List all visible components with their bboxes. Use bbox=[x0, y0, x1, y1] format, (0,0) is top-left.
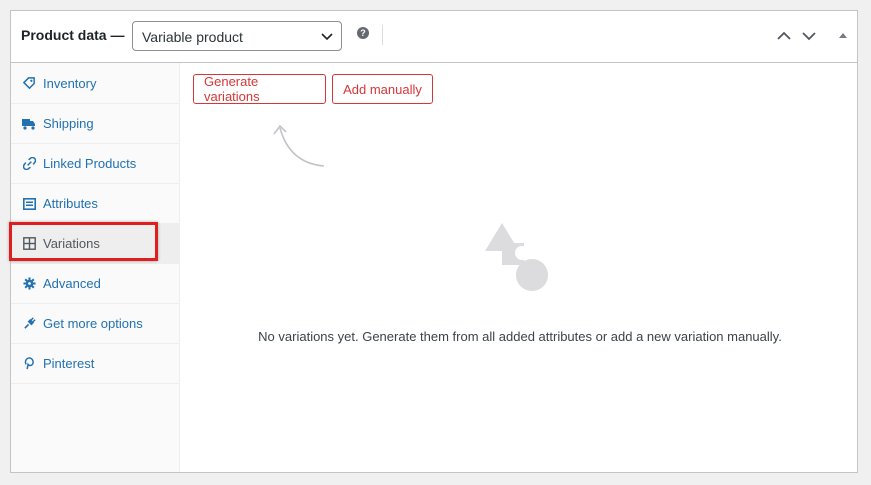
curved-arrow-icon bbox=[273, 124, 325, 167]
tag-icon bbox=[22, 76, 36, 90]
link-icon bbox=[22, 157, 36, 171]
tab-variations[interactable]: Variations bbox=[9, 222, 179, 264]
variations-panel: Generate variations Add manually No vari… bbox=[180, 63, 857, 472]
tab-label: Attributes bbox=[43, 196, 98, 211]
panel-header: Product data — Variable product ? bbox=[11, 11, 857, 63]
tab-shipping[interactable]: Shipping bbox=[11, 104, 179, 144]
tab-label: Variations bbox=[43, 236, 100, 251]
truck-icon bbox=[22, 117, 36, 131]
gear-icon bbox=[22, 277, 36, 291]
tab-label: Linked Products bbox=[43, 156, 137, 171]
product-data-panel: Product data — Variable product ? Invent… bbox=[9, 10, 858, 473]
tab-linked-products[interactable]: Linked Products bbox=[11, 144, 179, 184]
tab-label: Shipping bbox=[43, 116, 94, 131]
product-data-tabs: Inventory Shipping Linked Products Attri… bbox=[9, 63, 180, 472]
tab-label: Pinterest bbox=[43, 356, 95, 371]
tab-pinterest[interactable]: Pinterest bbox=[11, 344, 179, 384]
add-manually-button[interactable]: Add manually bbox=[332, 74, 433, 104]
chevron-up-icon[interactable] bbox=[776, 28, 792, 44]
tab-advanced[interactable]: Advanced bbox=[11, 264, 179, 304]
generate-variations-button[interactable]: Generate variations bbox=[193, 74, 326, 104]
tab-get-more-options[interactable]: Get more options bbox=[11, 304, 179, 344]
plugin-icon bbox=[22, 317, 36, 331]
help-icon[interactable]: ? bbox=[357, 27, 369, 39]
tab-inventory[interactable]: Inventory bbox=[11, 63, 179, 104]
tab-label: Advanced bbox=[43, 276, 101, 291]
list-icon bbox=[22, 197, 36, 211]
product-type-value: Variable product bbox=[142, 29, 243, 45]
grid-icon bbox=[22, 237, 36, 251]
chevron-down-icon[interactable] bbox=[801, 28, 817, 44]
empty-state-message: No variations yet. Generate them from al… bbox=[258, 329, 782, 344]
tab-attributes[interactable]: Attributes bbox=[11, 184, 179, 224]
toggle-triangle-icon[interactable] bbox=[835, 28, 851, 44]
tab-label: Get more options bbox=[43, 316, 143, 331]
pinterest-icon bbox=[22, 357, 36, 371]
header-divider bbox=[382, 25, 383, 45]
shapes-placeholder-icon bbox=[485, 223, 548, 291]
panel-title: Product data — bbox=[21, 27, 125, 43]
tab-label: Inventory bbox=[43, 75, 97, 91]
product-type-select[interactable]: Variable product bbox=[132, 21, 342, 51]
chevron-down-icon bbox=[321, 33, 333, 41]
